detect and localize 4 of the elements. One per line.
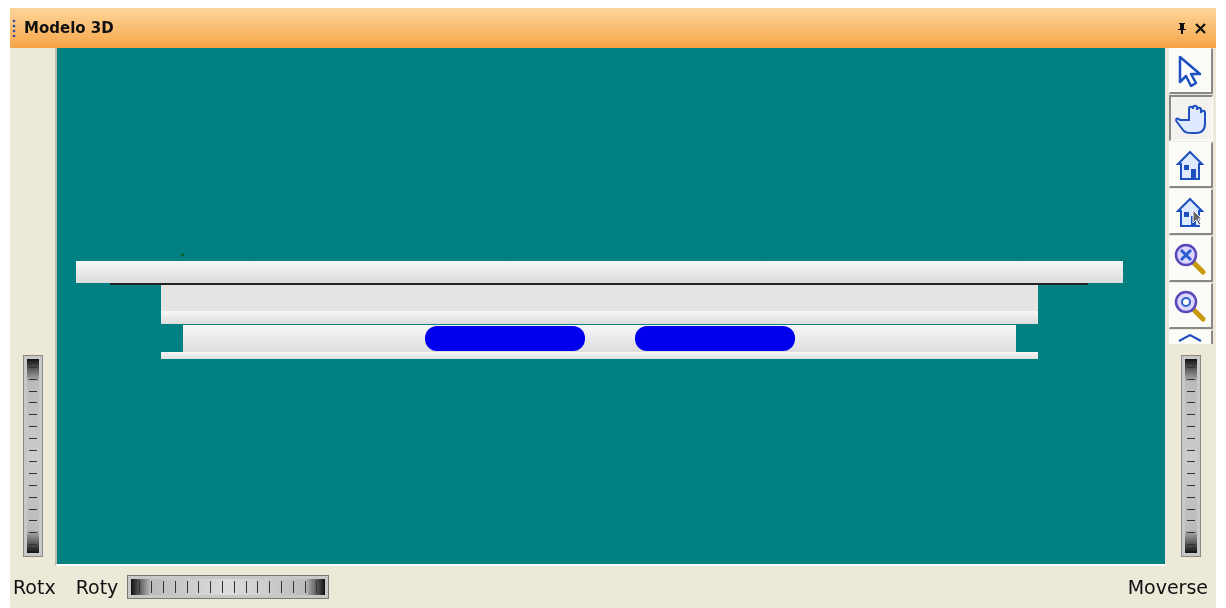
wheel-label: Rotx xyxy=(13,576,56,598)
window-title: Modelo 3D xyxy=(24,19,114,37)
wheel-label: Moverse xyxy=(1127,576,1208,598)
wheel-label: Roty xyxy=(75,576,119,598)
